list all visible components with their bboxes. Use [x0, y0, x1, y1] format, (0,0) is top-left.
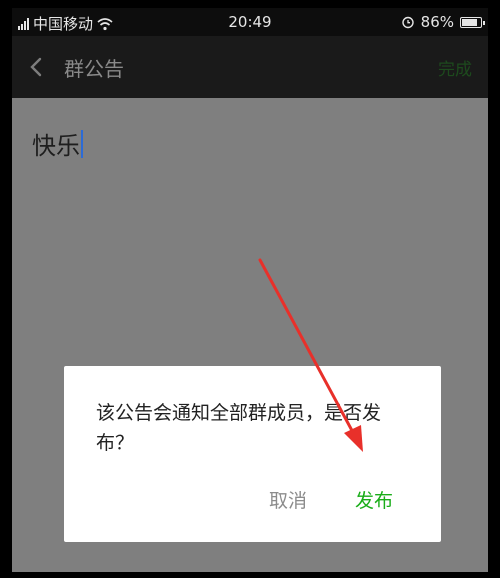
- alarm-icon: [401, 16, 414, 29]
- status-bar: 中国移动 20:49 86%: [12, 8, 488, 36]
- confirm-dialog: 该公告会通知全部群成员，是否发布？ 取消 发布: [64, 366, 441, 542]
- text-cursor: [81, 130, 83, 158]
- title-bar: 群公告 完成: [12, 36, 488, 98]
- chevron-left-icon[interactable]: [26, 56, 48, 78]
- cancel-button[interactable]: 取消: [269, 486, 307, 513]
- battery-percent: 86%: [420, 13, 454, 31]
- announcement-text: 快乐: [32, 132, 80, 160]
- announcement-editor[interactable]: 快乐: [32, 126, 83, 161]
- phone-screen: 中国移动 20:49 86% 群公告 完成 快乐 该公告会通知全部群成员，是否发…: [12, 8, 488, 572]
- publish-button[interactable]: 发布: [355, 486, 393, 513]
- battery-icon: [460, 16, 485, 28]
- done-button[interactable]: 完成: [438, 55, 472, 80]
- dialog-message: 该公告会通知全部群成员，是否发布？: [96, 402, 382, 454]
- page-title: 群公告: [64, 57, 124, 81]
